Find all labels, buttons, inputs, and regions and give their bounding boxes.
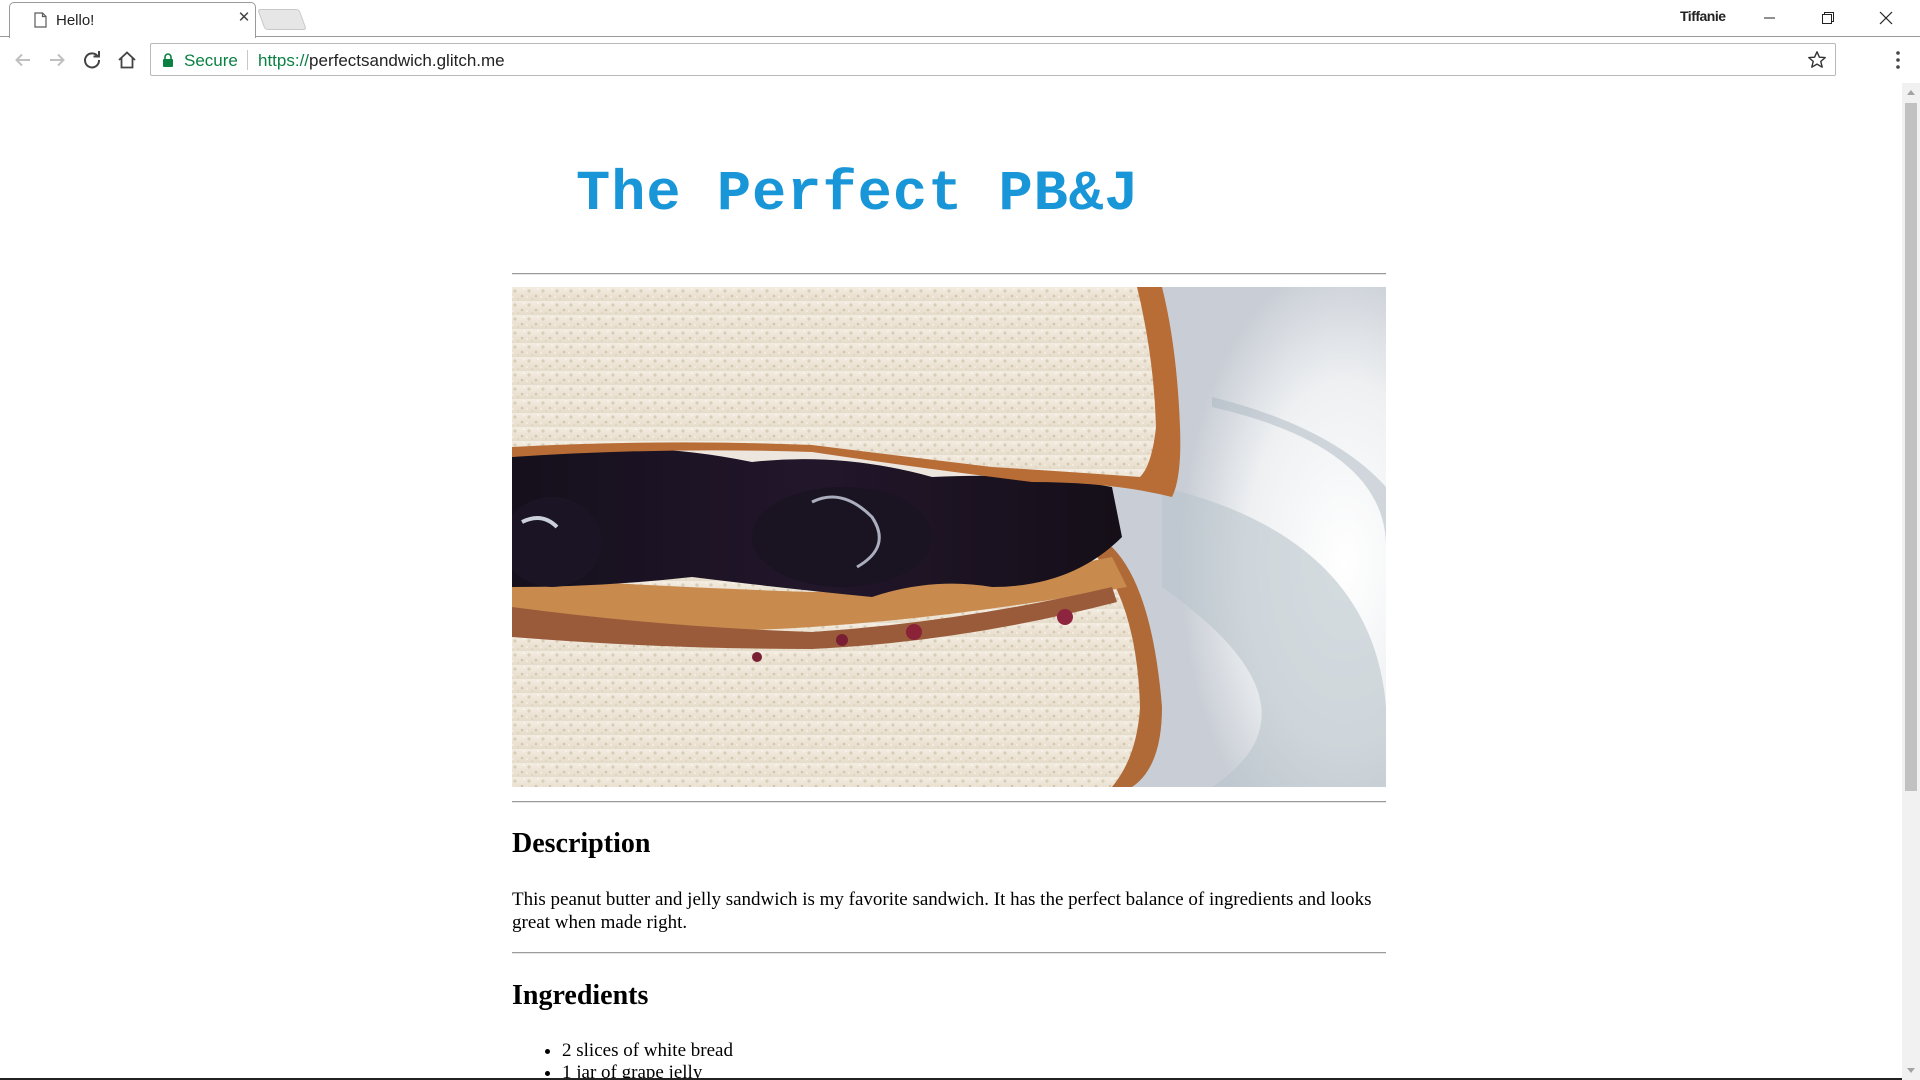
scroll-up-arrow-icon[interactable] (1907, 90, 1915, 95)
page-icon (34, 12, 47, 28)
tab-strip: Hello! ✕ Tiffanie (0, 0, 1920, 38)
minimize-icon (1764, 17, 1775, 19)
forward-button[interactable] (45, 48, 69, 72)
lock-icon (163, 53, 173, 67)
restore-button[interactable] (1805, 4, 1851, 30)
scroll-down-arrow-icon[interactable] (1907, 1068, 1915, 1073)
ingredients-list: 2 slices of white bread 1 jar of grape j… (562, 1040, 733, 1080)
new-tab-button[interactable] (257, 9, 307, 30)
description-heading: Description (512, 828, 651, 859)
address-bar[interactable]: Secure https://perfectsandwich.glitch.me (150, 43, 1836, 76)
close-tab-icon[interactable]: ✕ (236, 9, 252, 26)
profile-name[interactable]: Tiffanie (1680, 8, 1726, 24)
ingredients-heading: Ingredients (512, 980, 649, 1011)
sandwich-image (512, 287, 1386, 787)
reload-button[interactable] (80, 48, 104, 72)
scrollbar-thumb[interactable] (1905, 103, 1917, 791)
page-title: The Perfect PB&J (576, 163, 1140, 227)
list-item: 2 slices of white bread (562, 1040, 733, 1062)
divider (512, 801, 1386, 803)
minimize-button[interactable] (1747, 4, 1793, 30)
restore-icon (1822, 12, 1834, 24)
home-icon (118, 51, 136, 69)
reload-icon (84, 51, 101, 69)
divider (512, 273, 1386, 275)
toolbar: Secure https://perfectsandwich.glitch.me (0, 38, 1920, 83)
omnibox-divider (247, 50, 248, 70)
url-scheme: https:// (258, 51, 310, 70)
arrow-left-icon (15, 53, 30, 67)
url-text: https://perfectsandwich.glitch.me (258, 51, 505, 71)
description-text: This peanut butter and jelly sandwich is… (512, 889, 1372, 933)
back-button[interactable] (11, 48, 35, 72)
more-vert-icon[interactable] (1890, 49, 1906, 71)
divider (512, 952, 1386, 954)
close-icon (1879, 11, 1893, 25)
arrow-right-icon (50, 53, 65, 67)
sandwich-photo (512, 287, 1386, 787)
secure-label: Secure (184, 51, 238, 70)
home-button[interactable] (115, 48, 139, 72)
url-host: perfectsandwich.glitch.me (309, 51, 505, 70)
star-icon[interactable] (1807, 50, 1827, 70)
tab-title: Hello! (56, 12, 95, 29)
vertical-scrollbar[interactable] (1902, 83, 1920, 1080)
tab-active[interactable]: Hello! ✕ (9, 2, 256, 38)
close-window-button[interactable] (1863, 4, 1909, 30)
page-viewport: The Perfect PB&J Description This peanut… (0, 83, 1902, 1080)
browser-chrome: Hello! ✕ Tiffanie Secure https://perfect… (0, 0, 1920, 83)
